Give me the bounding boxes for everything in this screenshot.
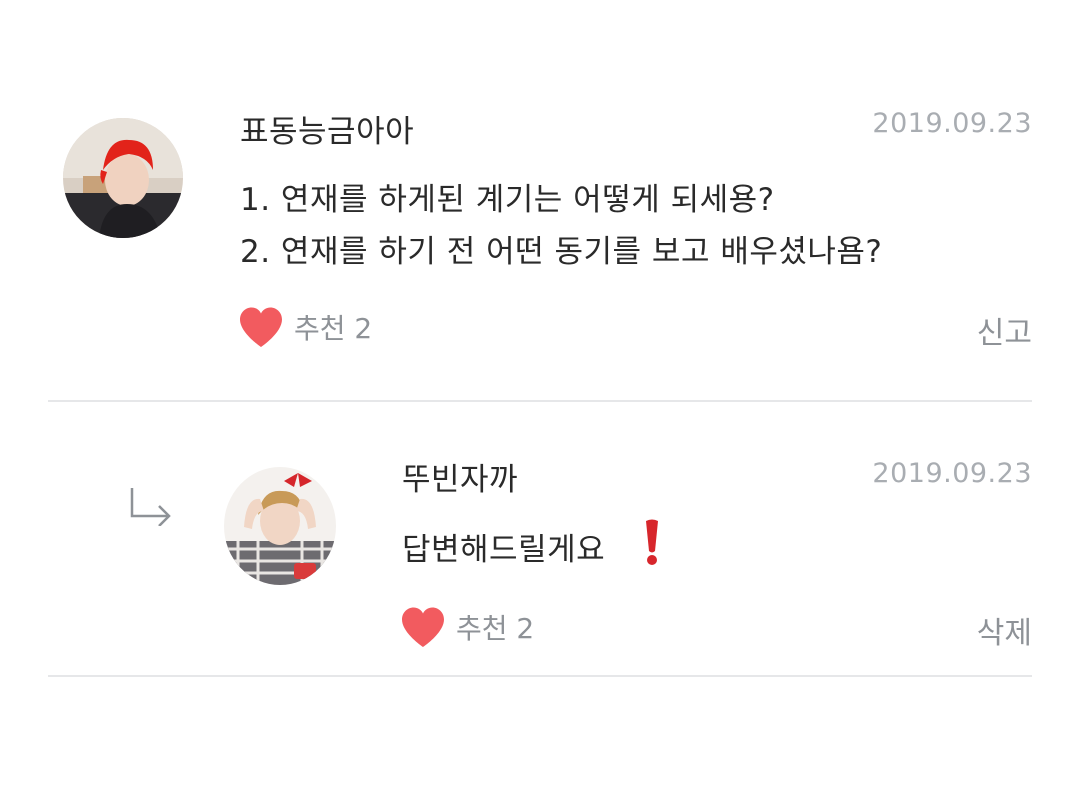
reply-text: 답변해드릴게요 xyxy=(402,532,606,568)
heart-icon xyxy=(402,607,444,647)
like-button[interactable]: 추천 2 xyxy=(238,306,372,348)
avatar-photo xyxy=(224,467,336,585)
avatar[interactable] xyxy=(63,118,183,238)
delete-button[interactable]: 삭제 xyxy=(977,608,1032,652)
report-button[interactable]: 신고 xyxy=(977,308,1032,352)
like-count-label: 추천 2 xyxy=(294,312,373,345)
heart-icon xyxy=(240,307,282,347)
like-count-label: 추천 2 xyxy=(456,612,535,645)
comment-item: 표동능금아아 2019.09.23 1. 연재를 하게된 계기는 어떻게 되세용… xyxy=(0,0,1080,400)
exclamation-icon xyxy=(646,519,658,565)
comment-author: 표동능금아아 xyxy=(240,114,415,150)
comment-date: 2019.09.23 xyxy=(872,108,1032,139)
divider xyxy=(48,675,1032,677)
reply-arrow-icon xyxy=(130,488,171,526)
comment-text-line: 2. 연재를 하기 전 어떤 동기를 보고 배우셨나욤? xyxy=(240,234,883,270)
avatar-photo xyxy=(63,118,183,238)
reply-author: 뚜빈자까 xyxy=(402,462,519,498)
avatar[interactable] xyxy=(224,467,336,585)
comment-text-line: 1. 연재를 하게된 계기는 어떻게 되세용? xyxy=(240,182,775,218)
like-button[interactable]: 추천 2 xyxy=(400,606,534,648)
reply-date: 2019.09.23 xyxy=(872,458,1032,489)
